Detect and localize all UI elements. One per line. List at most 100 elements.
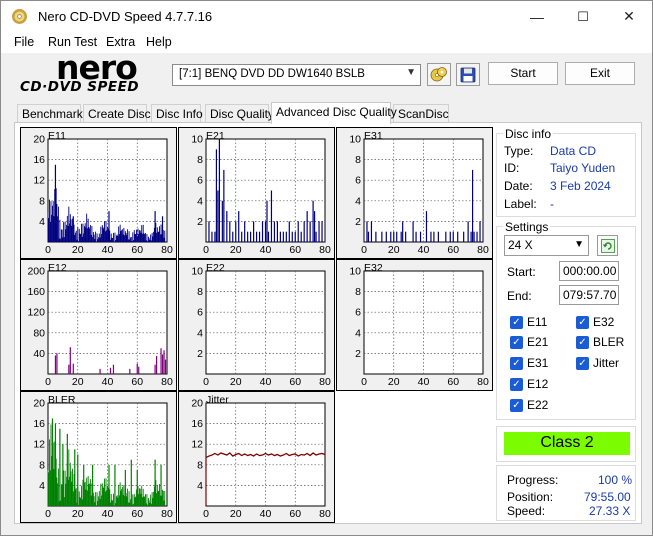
- maximize-button[interactable]: ☐: [560, 1, 606, 32]
- drive-select-value: [7:1] BENQ DVD DD DW1640 BSLB: [179, 68, 365, 80]
- y-tick-label: 4: [355, 195, 361, 207]
- checkbox-e32-label: E32: [593, 315, 615, 329]
- disc-date-value: 3 Feb 2024: [550, 179, 611, 193]
- y-tick-label: 12: [191, 439, 203, 451]
- chart-title: E31: [364, 130, 383, 142]
- drive-select[interactable]: [7:1] BENQ DVD DD DW1640 BSLB ▼: [172, 64, 421, 86]
- tab-advanced-disc-quality[interactable]: Advanced Disc Quality: [271, 102, 397, 124]
- chart-title: E22: [206, 262, 225, 274]
- x-tick-label: 60: [289, 508, 301, 520]
- checkbox-e21[interactable]: ✓: [510, 336, 523, 349]
- start-field[interactable]: 000:00.00: [559, 261, 619, 281]
- title-bar: Nero CD-DVD Speed 4.7.7.16 — ☐ ✕: [1, 1, 652, 32]
- start-button[interactable]: Start: [488, 62, 558, 85]
- refresh-icon: [600, 238, 615, 253]
- disc-type-label: Type:: [504, 144, 534, 158]
- chart-svg: E321086420 20 40 60 80: [349, 262, 489, 388]
- chart-e21: E21 10 8 6 4 2 0 20 40 60 80: [178, 127, 335, 259]
- x-tick-label: 80: [161, 376, 173, 388]
- chart-svg: BLER201612840 20 40 60 80: [33, 394, 173, 520]
- menu-file[interactable]: File: [14, 35, 34, 49]
- chevron-down-icon: ▼: [574, 239, 584, 250]
- chart-title: E32: [364, 262, 383, 274]
- y-tick-label: 6: [355, 307, 361, 319]
- checkbox-e32[interactable]: ✓: [576, 316, 589, 329]
- chart-svg: E221086420 20 40 60 80: [191, 262, 331, 388]
- chart-e12: E12 200 160 120 80 40 0 20 40 60 80: [20, 259, 177, 391]
- y-tick-label: 4: [39, 216, 45, 228]
- chart-svg: E11201612840 20 40 60 80: [33, 130, 173, 256]
- app-window: Nero CD-DVD Speed 4.7.7.16 — ☐ ✕ File Ru…: [0, 0, 653, 536]
- y-tick-label: 40: [33, 348, 45, 360]
- close-button[interactable]: ✕: [606, 1, 652, 32]
- y-tick-label: 12: [33, 175, 45, 187]
- x-tick-label: 20: [230, 244, 242, 256]
- chart-title: BLER: [48, 394, 76, 406]
- chart-jitter: Jitter 20 16 12 8 4 0 20 40 60 80: [178, 391, 335, 523]
- checkbox-e12[interactable]: ✓: [510, 378, 523, 391]
- checkbox-bler-label: BLER: [593, 335, 625, 349]
- x-tick-label: 20: [388, 244, 400, 256]
- x-tick-label: 20: [72, 376, 84, 388]
- x-tick-label: 60: [289, 244, 301, 256]
- chevron-down-icon: ▼: [406, 67, 416, 78]
- tab-disc-info[interactable]: Disc Info: [151, 104, 203, 123]
- checkbox-bler[interactable]: ✓: [576, 336, 589, 349]
- position-label: Position:: [507, 490, 554, 504]
- speed-select[interactable]: 24 X ▼: [504, 235, 589, 256]
- checkbox-jitter-label: Jitter: [593, 356, 620, 370]
- end-field[interactable]: 079:57.70: [559, 285, 619, 305]
- y-tick-label: 6: [197, 175, 203, 187]
- cd-dvd-speed-logo: CD·DVD SPEED: [20, 79, 140, 95]
- x-tick-label: 20: [388, 376, 400, 388]
- minimize-button[interactable]: —: [514, 1, 560, 32]
- chart-svg: E311086420 20 40 60 80: [349, 130, 489, 256]
- y-tick-label: 6: [355, 175, 361, 187]
- x-tick-label: 20: [72, 244, 84, 256]
- x-tick-label: 60: [131, 244, 143, 256]
- y-tick-label: 20: [33, 398, 45, 410]
- chart-svg: E12200 160 120 80 40 0 20 40 60 80: [27, 262, 173, 388]
- disc-label-label: Label:: [504, 197, 537, 211]
- checkbox-e31[interactable]: ✓: [510, 357, 523, 370]
- y-tick-label: 8: [39, 459, 45, 471]
- refresh-speed-button[interactable]: [597, 235, 618, 256]
- eject-button[interactable]: [427, 63, 451, 86]
- y-tick-label: 2: [355, 348, 361, 360]
- chart-title: E21: [206, 130, 225, 142]
- menu-extra[interactable]: Extra: [106, 35, 135, 49]
- x-tick-label: 40: [418, 376, 430, 388]
- disc-id-label: ID:: [504, 161, 520, 175]
- x-tick-label: 40: [260, 244, 272, 256]
- y-tick-label: 10: [191, 134, 203, 146]
- menu-help[interactable]: Help: [146, 35, 172, 49]
- x-tick-label: 0: [45, 244, 51, 256]
- settings-title: Settings: [503, 220, 551, 234]
- y-tick-label: 10: [191, 266, 203, 278]
- checkbox-e11[interactable]: ✓: [510, 316, 523, 329]
- menu-run-test[interactable]: Run Test: [48, 35, 97, 49]
- chart-svg: Jitter201612840 20 40 60 80: [191, 394, 331, 520]
- x-tick-label: 0: [203, 376, 209, 388]
- exit-button[interactable]: Exit: [565, 62, 635, 85]
- checkbox-jitter[interactable]: ✓: [576, 357, 589, 370]
- checkbox-e22[interactable]: ✓: [510, 399, 523, 412]
- tab-benchmark[interactable]: Benchmark: [17, 104, 83, 123]
- window-title: Nero CD-DVD Speed 4.7.7.16: [38, 9, 213, 24]
- app-icon: [12, 9, 27, 24]
- y-tick-label: 4: [197, 480, 203, 492]
- disc-type-value: Data CD: [550, 144, 597, 158]
- tab-scandisc[interactable]: ScanDisc: [393, 104, 449, 123]
- chart-e32: E32 10 8 6 4 2 0 20 40 60 80: [336, 259, 493, 391]
- x-tick-label: 60: [447, 244, 459, 256]
- class-indicator: Class 2: [504, 432, 630, 455]
- y-tick-label: 4: [197, 195, 203, 207]
- chart-bler: BLER 20 16 12 8 4 0 20 40 60 80: [20, 391, 177, 523]
- tab-disc-quality[interactable]: Disc Quality: [205, 104, 274, 123]
- x-tick-label: 20: [72, 508, 84, 520]
- x-tick-label: 20: [230, 508, 242, 520]
- y-tick-label: 16: [33, 418, 45, 430]
- y-tick-label: 8: [355, 286, 361, 298]
- tab-create-disc[interactable]: Create Disc: [83, 104, 151, 123]
- save-button[interactable]: [456, 63, 480, 86]
